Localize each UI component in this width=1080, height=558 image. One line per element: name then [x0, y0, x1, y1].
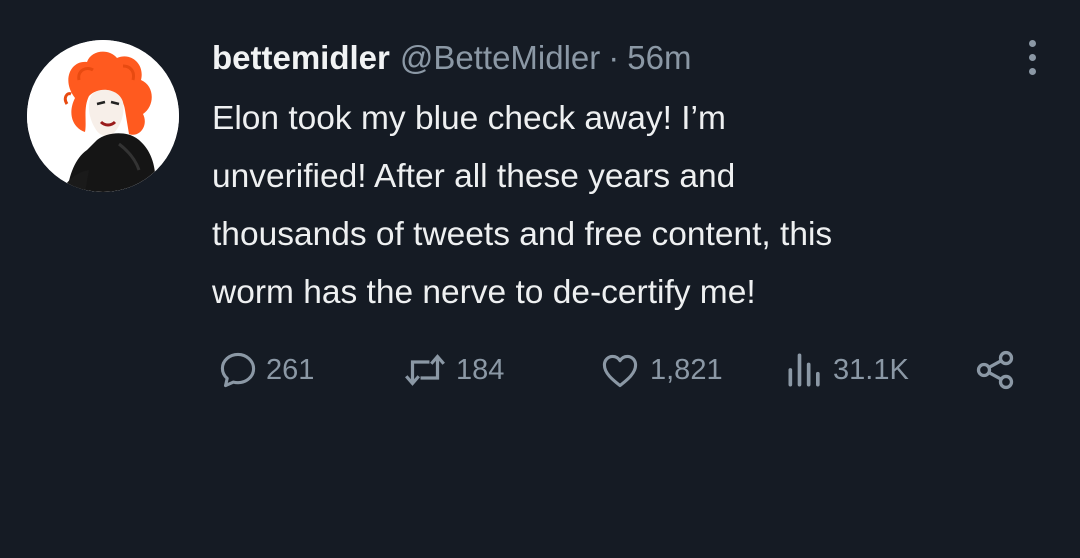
timestamp[interactable]: 56m	[627, 39, 691, 76]
reply-button[interactable]: 261	[216, 345, 314, 395]
tweet-text-line: worm has the nerve to de-certify me!	[212, 274, 756, 311]
like-button[interactable]: 1,821	[596, 345, 723, 395]
more-options-icon[interactable]	[1018, 36, 1046, 80]
tweet-text-line: thousands of tweets and free content, th…	[212, 216, 833, 253]
retweet-icon	[405, 354, 445, 386]
user-handle[interactable]: @BetteMidler	[400, 39, 600, 76]
tweet-header: bettemidler @BetteMidler · 56m	[212, 38, 691, 78]
tweet-text-line: unverified! After all these years and	[212, 158, 736, 195]
separator: ·	[608, 39, 620, 76]
retweet-button[interactable]: 184	[400, 345, 504, 395]
avatar-illustration	[27, 40, 179, 192]
reply-count: 261	[266, 353, 315, 386]
heart-icon	[602, 354, 638, 388]
views-count: 31.1K	[833, 353, 909, 386]
tweet[interactable]: bettemidler @BetteMidler · 56m Elon took my…	[0, 0, 1080, 558]
reply-icon	[220, 352, 256, 388]
avatar[interactable]	[27, 40, 179, 192]
tweet-text: Elon took my blue check away! I’m unveri…	[212, 90, 1052, 322]
like-count: 1,821	[650, 353, 723, 386]
retweet-count: 184	[456, 353, 505, 386]
share-button[interactable]	[973, 345, 1017, 395]
views-button[interactable]: 31.1K	[783, 345, 909, 395]
views-icon	[788, 353, 820, 387]
action-bar: 261 184 1,821 31.1K	[0, 345, 1080, 395]
display-name[interactable]: bettemidler	[212, 39, 390, 76]
share-icon	[976, 350, 1014, 390]
tweet-text-line: Elon took my blue check away! I’m	[212, 100, 726, 137]
